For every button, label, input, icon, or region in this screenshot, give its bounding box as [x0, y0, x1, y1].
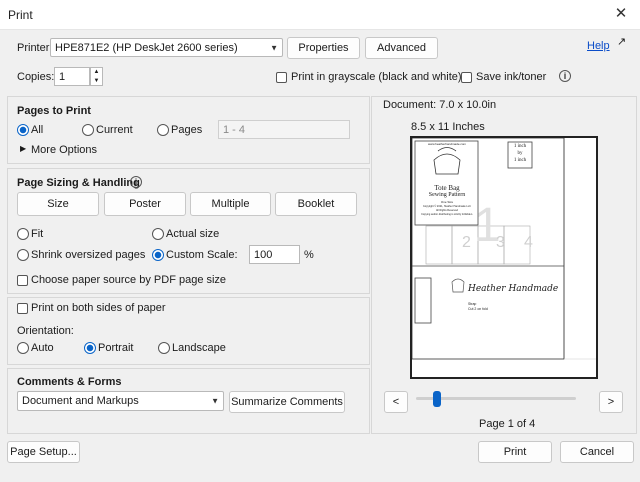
- pages-range-radio[interactable]: [157, 124, 169, 136]
- tab-size[interactable]: Size: [17, 192, 99, 216]
- summarize-comments-button[interactable]: Summarize Comments: [229, 391, 345, 413]
- info-icon[interactable]: i: [559, 70, 571, 82]
- orientation-landscape-radio[interactable]: [158, 342, 170, 354]
- sheet-size: One Size: [440, 200, 454, 204]
- fit-radio[interactable]: [17, 228, 29, 240]
- page-indicator: Page 1 of 4: [479, 418, 536, 430]
- percent-label: %: [304, 249, 314, 261]
- paper-source-label: Choose paper source by PDF page size: [31, 274, 227, 286]
- orientation-auto-label: Auto: [31, 342, 54, 354]
- pages-all-radio[interactable]: [17, 124, 29, 136]
- sheet-copy-note: Copying and/or distributing is strictly …: [421, 213, 473, 216]
- chevron-down-icon: ▼: [211, 396, 219, 406]
- printer-select[interactable]: HPE871E2 (HP DeskJet 2600 series) ▼: [50, 38, 283, 57]
- sheet-tile-number-2: 2: [462, 234, 471, 251]
- pages-to-print-title: Pages to Print: [17, 105, 91, 117]
- sheet-strap: Strap: [468, 302, 477, 306]
- comments-select[interactable]: Document and Markups ▼: [17, 391, 224, 411]
- pages-range-label: Pages: [171, 124, 203, 136]
- properties-button[interactable]: Properties: [287, 37, 360, 59]
- duplex-checkbox[interactable]: [17, 303, 28, 314]
- copies-label: Copies:: [17, 71, 55, 83]
- advanced-button[interactable]: Advanced: [365, 37, 438, 59]
- custom-scale-label: Custom Scale:: [166, 249, 238, 261]
- sheet-cut: Cut 2 on fold: [468, 307, 488, 311]
- grayscale-label: Print in grayscale (black and white): [291, 71, 462, 83]
- page-slider-thumb[interactable]: [433, 391, 441, 407]
- sheet-square-line-2: by: [517, 151, 523, 156]
- shrink-label: Shrink oversized pages: [31, 249, 146, 261]
- sheet-square-line-1: 1 inch: [513, 144, 527, 149]
- tab-poster[interactable]: Poster: [104, 192, 186, 216]
- sheet-rights: All Rights Reserved: [436, 209, 458, 212]
- pages-range-placeholder: 1 - 4: [223, 123, 246, 136]
- sheet-brand: Heather Handmade: [468, 284, 559, 294]
- sheet-square-line-3: 1 inch: [513, 158, 527, 163]
- sheet-tile-number-4: 4: [524, 234, 533, 251]
- comments-select-value: Document and Markups: [22, 395, 139, 407]
- duplex-label: Print on both sides of paper: [31, 302, 166, 314]
- document-size: Document: 7.0 x 10.0in: [383, 99, 497, 111]
- comments-title: Comments & Forms: [17, 376, 122, 388]
- save-ink-checkbox[interactable]: [461, 72, 472, 83]
- close-icon[interactable]: ✕: [612, 5, 630, 23]
- sheet-tile-number-3: 3: [496, 234, 505, 251]
- prev-page-button[interactable]: <: [384, 391, 408, 413]
- sheet-pattern-subtitle: Sewing Pattern: [428, 192, 466, 198]
- page-setup-button[interactable]: Page Setup...: [7, 441, 80, 463]
- fit-label: Fit: [31, 228, 44, 240]
- title-bar: Print ✕: [0, 0, 640, 30]
- pages-current-radio[interactable]: [82, 124, 94, 136]
- window-title: Print: [8, 8, 33, 22]
- orientation-auto-radio[interactable]: [17, 342, 29, 354]
- save-ink-label: Save ink/toner: [476, 71, 547, 83]
- chevron-up-icon[interactable]: ▲: [91, 68, 102, 77]
- copies-input[interactable]: 1: [54, 67, 90, 86]
- printer-select-value: HPE871E2 (HP DeskJet 2600 series): [55, 41, 238, 54]
- copies-stepper[interactable]: ▲ ▼: [90, 67, 103, 86]
- custom-scale-value: 100: [254, 248, 273, 261]
- caret-right-icon[interactable]: ▶: [20, 144, 26, 153]
- custom-scale-radio[interactable]: [152, 249, 164, 261]
- pages-range-input[interactable]: 1 - 4: [218, 120, 350, 139]
- pages-all-label: All: [31, 124, 44, 136]
- info-icon[interactable]: i: [130, 176, 142, 188]
- actual-size-label: Actual size: [166, 228, 220, 240]
- custom-scale-input[interactable]: 100: [249, 245, 300, 264]
- orientation-title: Orientation:: [17, 325, 74, 337]
- sheet-pattern-title: Tote Bag: [434, 184, 460, 192]
- orientation-landscape-label: Landscape: [172, 342, 226, 354]
- sheet-url: www.heatherhandmade.com: [427, 142, 467, 146]
- help-icon[interactable]: ↗: [617, 36, 629, 48]
- sheet-copyright: Copyright © 2021, Heather Handmade LLC: [423, 205, 471, 208]
- chevron-down-icon[interactable]: ▼: [91, 77, 102, 86]
- copies-value: 1: [59, 70, 66, 83]
- shrink-radio[interactable]: [17, 249, 29, 261]
- pattern-preview-drawing: [412, 138, 596, 360]
- page-sizing-title: Page Sizing & Handling: [17, 177, 140, 189]
- pages-current-label: Current: [96, 124, 133, 136]
- next-page-button[interactable]: >: [599, 391, 623, 413]
- paper-source-checkbox[interactable]: [17, 275, 28, 286]
- more-options-toggle[interactable]: More Options: [31, 144, 97, 156]
- page-preview: www.heatherhandmade.com Tote Bag Sewing …: [410, 136, 598, 379]
- help-link[interactable]: Help: [587, 40, 610, 52]
- print-button[interactable]: Print: [478, 441, 552, 463]
- orientation-portrait-radio[interactable]: [84, 342, 96, 354]
- tab-booklet[interactable]: Booklet: [275, 192, 357, 216]
- paper-size: 8.5 x 11 Inches: [411, 121, 485, 133]
- grayscale-checkbox[interactable]: [276, 72, 287, 83]
- actual-size-radio[interactable]: [152, 228, 164, 240]
- cancel-button[interactable]: Cancel: [560, 441, 634, 463]
- printer-label: Printer:: [17, 42, 53, 54]
- orientation-portrait-label: Portrait: [98, 342, 134, 354]
- chevron-down-icon: ▼: [270, 43, 278, 52]
- tab-multiple[interactable]: Multiple: [190, 192, 271, 216]
